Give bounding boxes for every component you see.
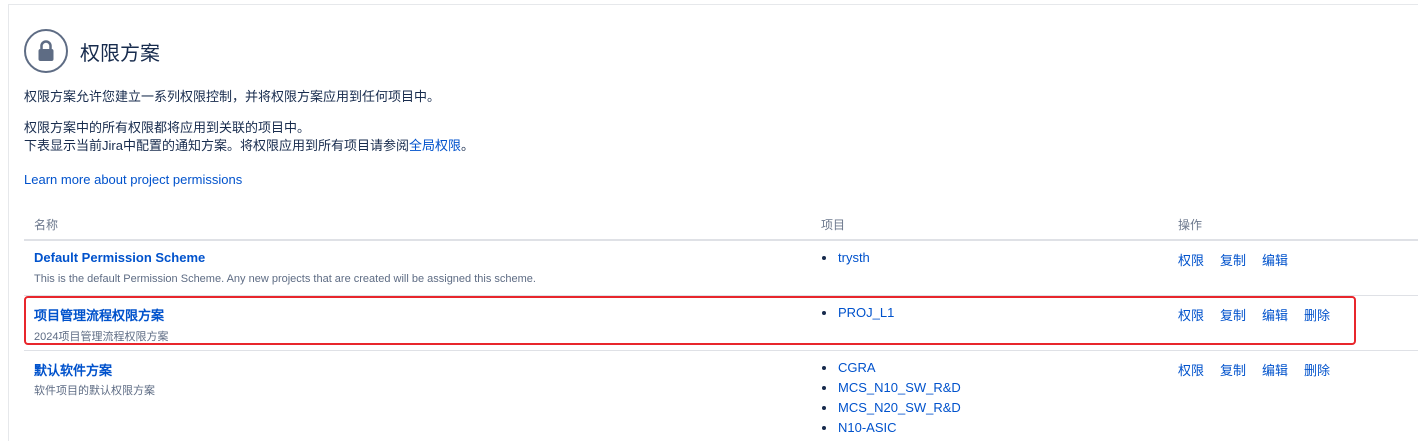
permission-schemes-page: 权限方案 权限方案允许您建立一系列权限控制，并将权限方案应用到任何项目中。 权限… <box>8 4 1418 441</box>
global-permissions-link[interactable]: 全局权限 <box>409 138 461 153</box>
project-link[interactable]: MCS_N20_SW_R&D <box>821 398 961 418</box>
page-title: 权限方案 <box>80 42 160 65</box>
row-actions: 权限 复制 编辑 删除 <box>1178 360 1330 379</box>
delete-action[interactable]: 删除 <box>1304 360 1330 379</box>
header-divider <box>24 239 1418 241</box>
learn-more-link[interactable]: Learn more about project permissions <box>24 172 242 187</box>
project-link[interactable]: CGRA <box>821 358 961 378</box>
edit-action[interactable]: 编辑 <box>1262 360 1288 379</box>
copy-action[interactable]: 复制 <box>1220 250 1246 269</box>
row-divider <box>24 350 1418 351</box>
project-link[interactable]: MCS_N10_SW_R&D <box>821 378 961 398</box>
column-header-actions: 操作 <box>1178 218 1203 232</box>
intro-text: 权限方案允许您建立一系列权限控制，并将权限方案应用到任何项目中。 <box>24 89 441 104</box>
project-link[interactable]: N10-ASIC <box>821 418 961 438</box>
permissions-action[interactable]: 权限 <box>1178 250 1204 269</box>
copy-action[interactable]: 复制 <box>1220 360 1246 379</box>
edit-action[interactable]: 编辑 <box>1262 250 1288 269</box>
permissions-action[interactable]: 权限 <box>1178 360 1204 379</box>
column-header-projects: 项目 <box>821 218 846 232</box>
scheme-description: This is the default Permission Scheme. A… <box>34 273 536 285</box>
project-link[interactable]: trysth <box>821 248 870 268</box>
highlight-box <box>24 296 1356 345</box>
global-permission-suffix: 。 <box>460 138 474 153</box>
project-list: trysth <box>821 248 870 268</box>
scheme-name-link[interactable]: Default Permission Scheme <box>34 250 205 265</box>
global-permission-text: 下表显示当前Jira中配置的通知方案。将权限应用到所有项目请参阅全局权限。 <box>24 137 474 155</box>
scheme-name-link[interactable]: 默认软件方案 <box>34 360 112 379</box>
scheme-description: 软件项目的默认权限方案 <box>34 385 155 397</box>
page-header: 权限方案 <box>24 29 160 73</box>
global-permission-prefix: 下表显示当前Jira中配置的通知方案。将权限应用到所有项目请参阅 <box>24 138 409 153</box>
project-list: CGRA MCS_N10_SW_R&D MCS_N20_SW_R&D N10-A… <box>821 358 961 438</box>
association-text: 权限方案中的所有权限都将应用到关联的项目中。 <box>24 120 311 135</box>
column-header-name: 名称 <box>34 218 59 232</box>
row-actions: 权限 复制 编辑 <box>1178 250 1288 269</box>
lock-icon <box>24 29 68 73</box>
